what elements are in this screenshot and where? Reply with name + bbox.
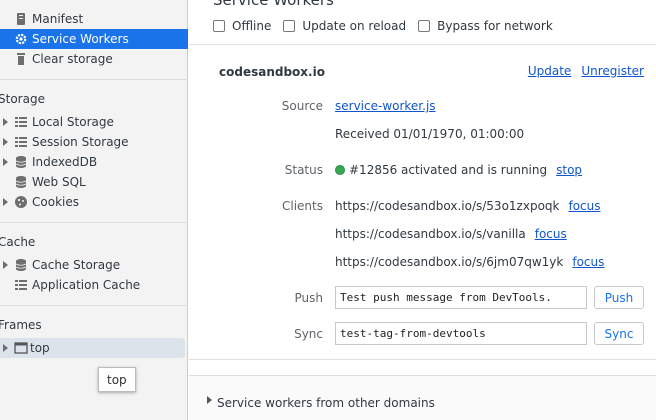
section-title-storage: Storage [0,92,45,106]
source-link[interactable]: service-worker.js [335,99,436,113]
sidebar-item-local-storage[interactable]: Local Storage [0,112,188,132]
tooltip: top [98,367,136,392]
unregister-link[interactable]: Unregister [581,64,644,78]
client-row: https://codesandbox.io/s/vanilla focus [335,227,567,241]
database-icon [14,175,28,189]
divider [0,222,188,223]
stop-link[interactable]: stop [556,163,582,177]
divider [0,79,188,80]
bypass-for-network-checkbox[interactable]: Bypass for network [418,19,553,33]
divider [189,359,656,360]
push-button[interactable]: Push [594,286,644,309]
checkbox-box[interactable] [213,20,225,32]
sidebar-item-label: Manifest [32,12,84,26]
expand-arrow-icon[interactable] [3,261,8,269]
sidebar-item-session-storage[interactable]: Session Storage [0,132,188,152]
sidebar-item-label: Cache Storage [32,258,121,272]
cookie-icon [14,195,28,209]
focus-link[interactable]: focus [568,199,600,213]
focus-link[interactable]: focus [572,255,604,269]
checkbox-box[interactable] [418,20,431,32]
status-running-icon [335,165,345,175]
grid-icon [14,278,28,292]
grid-icon [14,115,28,129]
checkbox-label: Offline [232,19,272,33]
sidebar-item-indexeddb[interactable]: IndexedDB [0,152,188,172]
status-label: Status [284,163,323,177]
divider [189,44,656,45]
sidebar-item-web-sql[interactable]: Web SQL [0,172,188,192]
push-label: Push [294,291,324,305]
sidebar-item-label: Local Storage [32,115,114,129]
worker-actions: Update Unregister [528,64,644,78]
sidebar-item-label: IndexedDB [32,155,98,169]
sidebar-item-clear-storage[interactable]: Clear storage [0,49,188,69]
sidebar-item-application-cache[interactable]: Application Cache [0,275,188,295]
sidebar-item-frame-top[interactable]: top [0,338,185,358]
sync-tag-input[interactable]: test-tag-from-devtools [335,322,587,345]
checkbox-box[interactable] [283,20,296,32]
sidebar-item-cache-storage[interactable]: Cache Storage [0,255,188,275]
client-row: https://codesandbox.io/s/53o1zxpoqk focu… [335,199,601,213]
section-title-frames: Frames [0,318,42,332]
clients-label: Clients [282,199,323,213]
gear-icon [14,32,28,46]
divider [0,305,188,306]
checkbox-label: Update on reload [302,19,407,33]
section-title-cache: Cache [0,235,36,249]
client-url: https://codesandbox.io/s/vanilla [335,227,526,241]
manifest-icon [14,12,28,26]
sidebar-item-service-workers[interactable]: Service Workers [0,29,188,49]
update-on-reload-checkbox[interactable]: Update on reload [283,19,406,33]
expand-arrow-icon[interactable] [207,396,212,404]
other-domains-label: Service workers from other domains [217,396,435,410]
expand-arrow-icon[interactable] [3,138,8,146]
sidebar-item-label: Service Workers [32,32,129,46]
received-timestamp: Received 01/01/1970, 01:00:00 [335,127,525,141]
expand-arrow-icon[interactable] [3,118,8,126]
expand-arrow-icon[interactable] [3,344,8,352]
source-label: Source [281,99,323,113]
client-url: https://codesandbox.io/s/6jm07qw1yk [335,255,564,269]
focus-link[interactable]: focus [535,227,567,241]
client-row: https://codesandbox.io/s/6jm07qw1yk focu… [335,255,604,269]
sidebar-item-manifest[interactable]: Manifest [0,9,188,29]
sidebar-item-label: Cookies [32,195,79,209]
other-domains-section[interactable]: Service workers from other domains [189,375,656,420]
sidebar-item-cookies[interactable]: Cookies [0,192,188,212]
push-message-input[interactable]: Test push message from DevTools. [335,286,587,309]
sidebar-item-label: top [30,341,50,355]
sync-label: Sync [294,327,323,341]
page-title: Service Workers [213,0,334,9]
service-workers-panel: Service Workers Offline Update on reload… [189,0,656,420]
sidebar-item-label: Web SQL [32,175,86,189]
checkbox-label: Bypass for network [437,19,553,33]
expand-arrow-icon[interactable] [3,158,8,166]
frame-icon [14,341,28,355]
source-value: service-worker.js [335,99,436,113]
sidebar-item-label: Clear storage [32,52,113,66]
database-icon [14,258,28,272]
options-bar: Offline Update on reload Bypass for netw… [213,19,565,33]
offline-checkbox[interactable]: Offline [213,19,271,33]
status-text: #12856 activated and is running [349,163,548,177]
status-value: #12856 activated and is running stop [335,163,582,177]
database-icon [14,155,28,169]
expand-arrow-icon[interactable] [3,198,8,206]
sync-button[interactable]: Sync [594,322,644,345]
client-url: https://codesandbox.io/s/53o1zxpoqk [335,199,560,213]
origin-title: codesandbox.io [219,65,325,79]
grid-icon [14,135,28,149]
trash-icon [14,52,28,66]
sidebar: Manifest Service Workers Clear storage S… [0,0,188,420]
update-link[interactable]: Update [528,64,571,78]
sidebar-item-label: Session Storage [32,135,129,149]
sidebar-item-label: Application Cache [32,278,141,292]
